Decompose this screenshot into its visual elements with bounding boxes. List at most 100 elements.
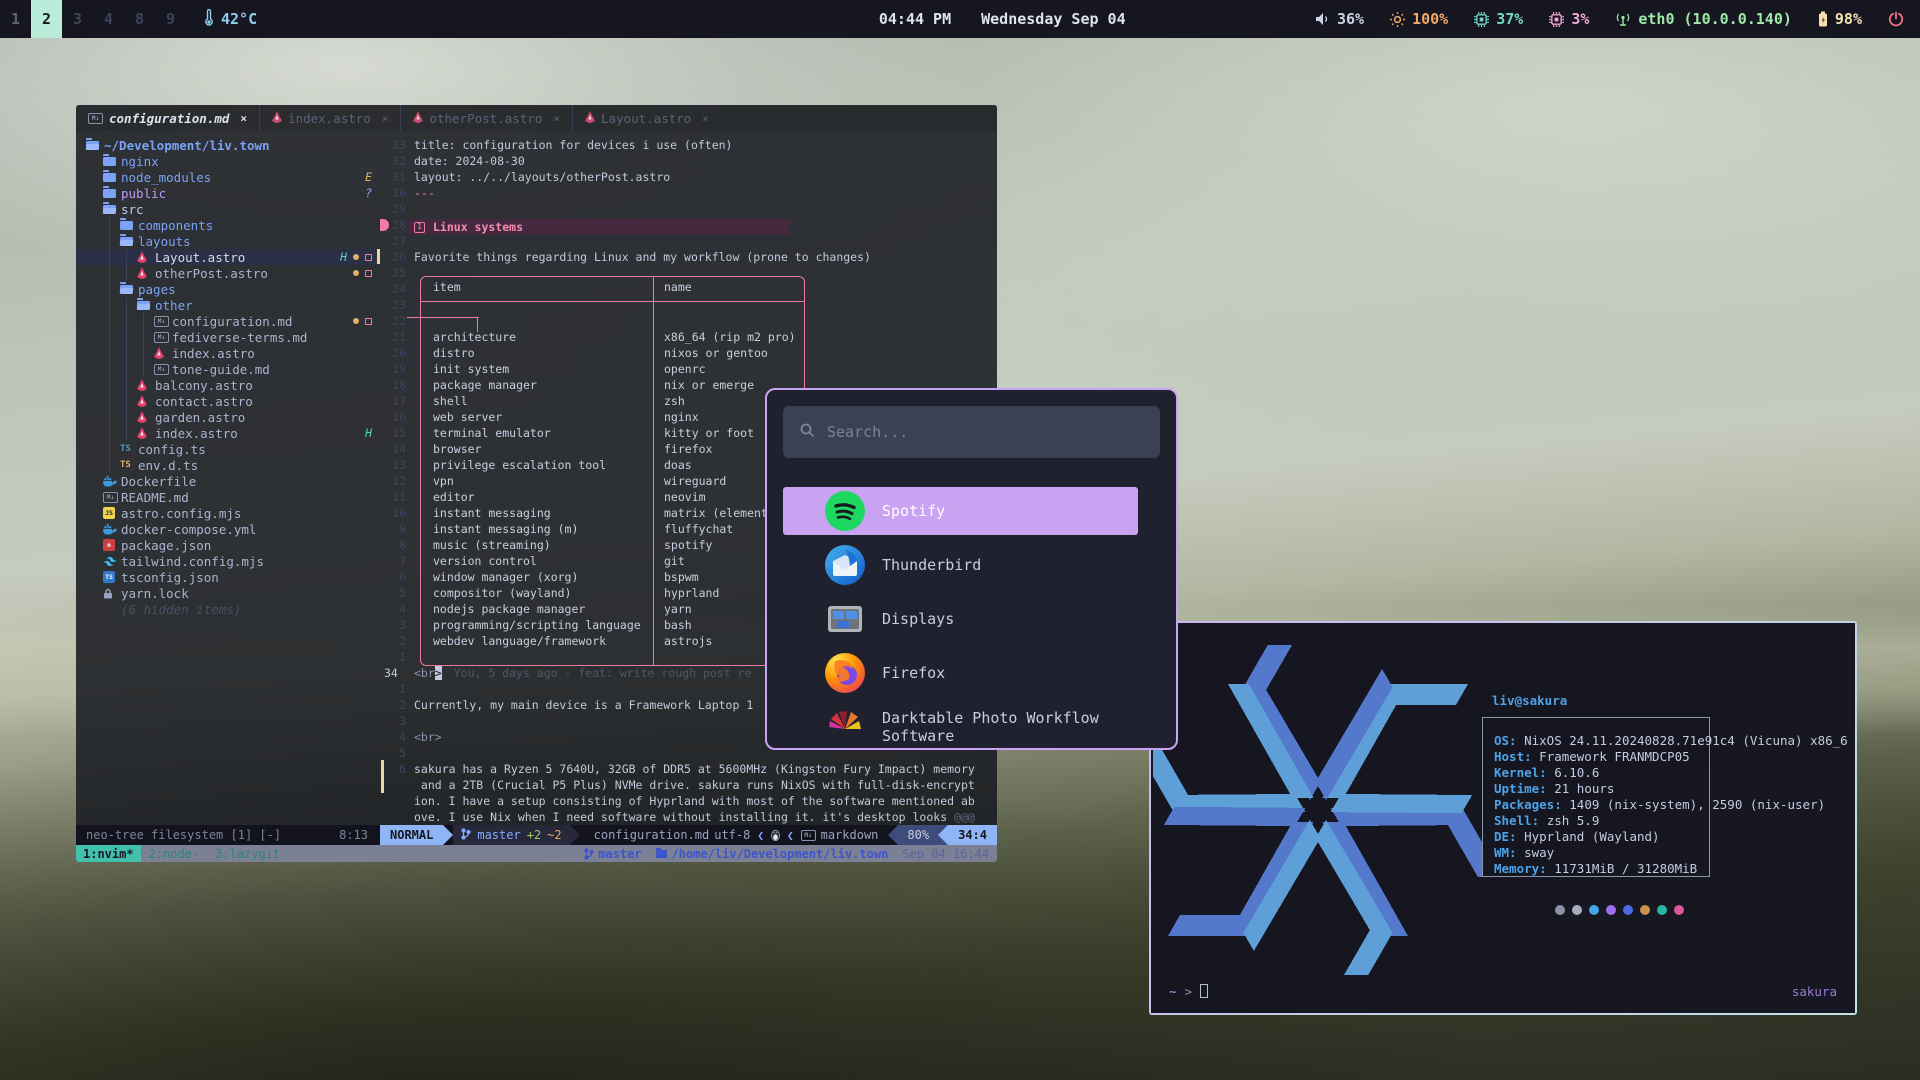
editor-line: 6sakura has a Ryzen 5 7640U, 32GB of DDR… — [380, 761, 997, 777]
close-icon[interactable]: × — [702, 112, 709, 125]
workspace-8[interactable]: 8 — [124, 0, 155, 38]
tree-item-public[interactable]: public? — [76, 185, 380, 201]
launcher-item-darktable[interactable]: Darktable Photo Workflow Software — [767, 700, 1176, 750]
workspace-3[interactable]: 3 — [62, 0, 93, 38]
workspace-2[interactable]: 2 — [31, 0, 62, 38]
cpu-module[interactable]: 37% — [1474, 10, 1523, 28]
tree-item-label: layouts — [138, 234, 191, 249]
search-input[interactable] — [827, 423, 1144, 441]
table-cell-item: webdev language/framework — [421, 633, 653, 649]
workspace-9[interactable]: 9 — [155, 0, 186, 38]
editor-line: ove. I use Nix when I need software with… — [380, 809, 997, 825]
tree-item-contact.astro[interactable]: contact.astro — [76, 393, 380, 409]
power-module[interactable] — [1888, 11, 1904, 27]
table-row: architecturex86_64 (rip m2 pro) — [421, 329, 804, 345]
tree-item-tsconfig.json[interactable]: TStsconfig.json — [76, 569, 380, 585]
folder-icon — [103, 189, 121, 198]
tree-item-Dockerfile[interactable]: Dockerfile — [76, 473, 380, 489]
tree-item-components[interactable]: components — [76, 217, 380, 233]
table-row: compositor (wayland)hyprland — [421, 585, 804, 601]
git-branch-name: master — [477, 828, 520, 842]
tree-item-README.md[interactable]: M↓README.md — [76, 489, 380, 505]
tab-otherPost.astro[interactable]: otherPost.astro× — [400, 105, 572, 131]
launcher-search-box[interactable] — [783, 406, 1160, 458]
tmux-window-nvim[interactable]: 1:nvim* — [76, 845, 141, 862]
tree-item-Layout.astro[interactable]: Layout.astroH — [76, 249, 380, 265]
tree-item-yarn.lock[interactable]: yarn.lock — [76, 585, 380, 601]
tree-item-configuration.md[interactable]: M↓configuration.md — [76, 313, 380, 329]
fastfetch-info: liv@sakura OS: NixOS 24.11.20240828.71e9… — [1492, 693, 1852, 709]
tree-item-pages[interactable]: pages — [76, 281, 380, 297]
palette-dot — [1674, 905, 1684, 915]
shell-prompt[interactable]: ~ > — [1169, 983, 1208, 999]
tree-item-index.astro[interactable]: index.astroH — [76, 425, 380, 441]
tree-item-index.astro[interactable]: index.astro — [76, 345, 380, 361]
launcher-item-thunderbird[interactable]: Thunderbird — [767, 538, 1176, 592]
tree-item-package.json[interactable]: npackage.json — [76, 537, 380, 553]
temperature-module[interactable]: 42°C — [204, 9, 257, 30]
table-cell-item: programming/scripting language — [421, 617, 653, 633]
prompt-cwd: ~ — [1169, 984, 1177, 999]
tree-item--6-hidden-items-[interactable]: (6 hidden items) — [76, 601, 380, 617]
tree-item-tailwind.config.mjs[interactable]: tailwind.config.mjs — [76, 553, 380, 569]
git-status-segment: master +2 ~2 — [453, 825, 569, 845]
table-row: web servernginx — [421, 409, 804, 425]
editor-line: 27 — [380, 233, 997, 249]
table-cell-item: compositor (wayland) — [421, 585, 653, 601]
volume-module[interactable]: 36% — [1315, 10, 1364, 28]
memory-module[interactable]: 3% — [1549, 10, 1589, 28]
tree-item-nginx[interactable]: nginx — [76, 153, 380, 169]
close-icon[interactable]: × — [382, 112, 389, 125]
launcher-item-spotify[interactable]: Spotify — [767, 484, 1176, 538]
file-icon — [103, 557, 121, 566]
tree-item-node-modules[interactable]: node_modulesE — [76, 169, 380, 185]
tree-item-layouts[interactable]: layouts — [76, 233, 380, 249]
launcher-item-displays[interactable]: Displays — [767, 592, 1176, 646]
launcher-item-firefox[interactable]: Firefox — [767, 646, 1176, 700]
fetch-entry-memory: Memory: 11731MiB / 31280MiB — [1494, 861, 1850, 877]
workspace-1[interactable]: 1 — [0, 0, 31, 38]
close-icon[interactable]: × — [240, 112, 247, 125]
tree-item-garden.astro[interactable]: garden.astro — [76, 409, 380, 425]
table-cell-item: terminal emulator — [421, 425, 653, 441]
network-module[interactable]: eth0 (10.0.0.140) — [1615, 10, 1792, 28]
module-value: 100% — [1412, 10, 1448, 28]
tree-item-other[interactable]: other — [76, 297, 380, 313]
tree-item-config.ts[interactable]: TSconfig.ts — [76, 441, 380, 457]
tree-item-label: public — [121, 186, 166, 201]
tree-badge: H — [365, 426, 372, 440]
tree-item-balcony.astro[interactable]: balcony.astro — [76, 377, 380, 393]
filetype-segment: M↓markdown — [801, 825, 879, 845]
tree-item-src[interactable]: src — [76, 201, 380, 217]
fastfetch-terminal-window[interactable]: liv@sakura OS: NixOS 24.11.20240828.71e9… — [1149, 621, 1857, 1015]
workspace-4[interactable]: 4 — [93, 0, 124, 38]
tree-item-docker-compose.yml[interactable]: docker-compose.yml — [76, 521, 380, 537]
tab-index.astro[interactable]: index.astro× — [259, 105, 400, 131]
tree-item-otherPost.astro[interactable]: otherPost.astro — [76, 265, 380, 281]
workspace-switcher: 123489 — [0, 0, 186, 38]
table-header-rule — [421, 301, 804, 302]
tree-item-astro.config.mjs[interactable]: JSastro.config.mjs — [76, 505, 380, 521]
tmux-window-lazygit[interactable]: 3:lazygit — [207, 845, 288, 862]
folder-icon — [120, 285, 138, 294]
battery-module[interactable]: 98% — [1818, 10, 1862, 28]
git-change-sign — [381, 760, 384, 793]
tree-item-env.d.ts[interactable]: TSenv.d.ts — [76, 457, 380, 473]
editor-line: 30--- — [380, 185, 997, 201]
brightness-icon — [1390, 12, 1405, 27]
tree-item-label: package.json — [121, 538, 211, 553]
brightness-module[interactable]: 100% — [1390, 10, 1448, 28]
tree-item-tone-guide.md[interactable]: M↓tone-guide.md — [76, 361, 380, 377]
app-launcher-popup: SpotifyThunderbirdDisplaysFirefoxDarktab… — [765, 388, 1178, 750]
markdown-icon: M↓ — [801, 830, 816, 841]
tab-Layout.astro[interactable]: Layout.astro× — [572, 105, 721, 131]
file-icon: M↓ — [103, 492, 121, 503]
tree-item--Development-liv.town[interactable]: ~/Development/liv.town — [76, 137, 380, 153]
tree-item-fediverse-terms.md[interactable]: M↓fediverse-terms.md — [76, 329, 380, 345]
file-tree-panel[interactable]: ~/Development/liv.townnginxnode_modulesE… — [76, 131, 380, 825]
close-icon[interactable]: × — [553, 112, 560, 125]
tab-configuration.md[interactable]: M↓configuration.md× — [76, 105, 259, 131]
tmux-window-node[interactable]: 2:node- — [141, 845, 208, 862]
unstaged-square-badge — [365, 270, 372, 277]
folder-icon — [120, 237, 138, 246]
